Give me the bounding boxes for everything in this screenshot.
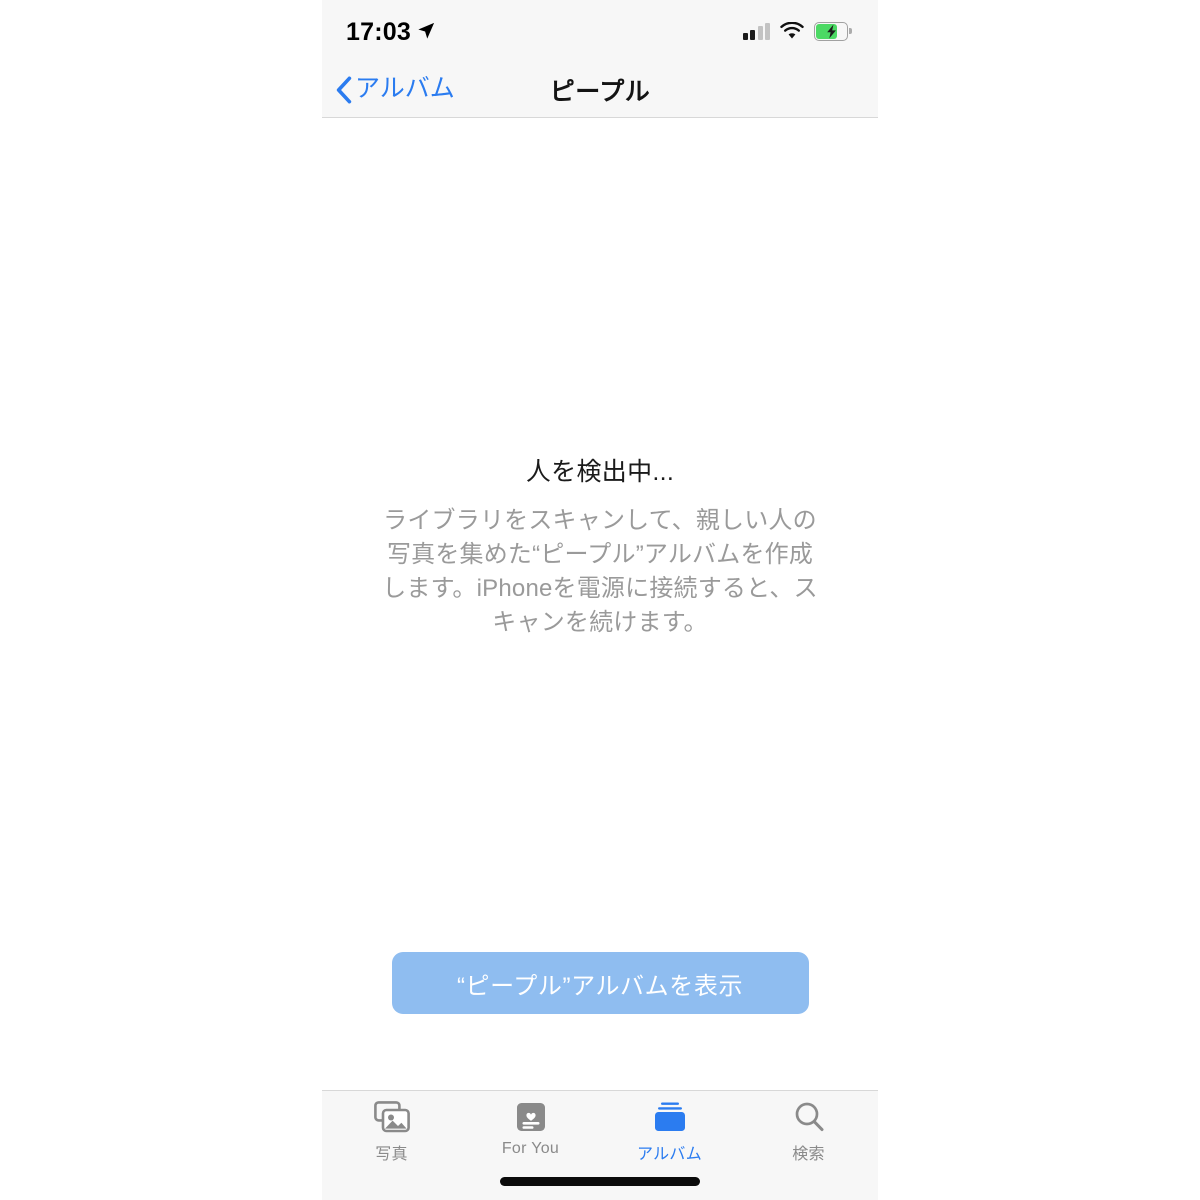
iphone-screen: 17:03 アルバム ピープル 人を検出中... ライブラリをスキャンして、親し… xyxy=(322,0,878,1200)
navigation-bar: アルバム ピープル xyxy=(322,62,878,118)
empty-state-title: 人を検出中... xyxy=(525,458,675,486)
status-bar-left: 17:03 xyxy=(346,18,435,45)
tab-list: 写真 For You アルバム 検索 xyxy=(322,1091,878,1165)
tab-photos[interactable]: 写真 xyxy=(322,1098,461,1165)
content-area: 人を検出中... ライブラリをスキャンして、親しい人の写真を集めた“ピープル”ア… xyxy=(322,119,878,1090)
tab-albums[interactable]: アルバム xyxy=(600,1098,739,1165)
back-button-label: アルバム xyxy=(355,74,455,102)
cta-container: “ピープル”アルバムを表示 xyxy=(322,952,878,1014)
tab-albums-label: アルバム xyxy=(636,1146,703,1163)
tab-search[interactable]: 検索 xyxy=(739,1098,878,1165)
photos-icon xyxy=(373,1098,410,1136)
battery-charging-icon xyxy=(814,21,852,41)
home-indicator-bar[interactable] xyxy=(500,1177,700,1186)
tab-photos-label: 写真 xyxy=(375,1146,408,1163)
albums-icon xyxy=(653,1098,687,1136)
tab-search-label: 検索 xyxy=(792,1146,825,1163)
wifi-icon xyxy=(780,22,804,40)
back-button[interactable]: アルバム xyxy=(336,76,455,103)
tab-for-you-label: For You xyxy=(501,1140,560,1157)
tab-bar: 写真 For You アルバム 検索 xyxy=(322,1090,878,1200)
empty-state-description: ライブラリをスキャンして、親しい人の写真を集めた“ピープル”アルバムを作成します… xyxy=(382,507,818,637)
status-bar-right xyxy=(742,21,852,41)
status-bar: 17:03 xyxy=(322,0,878,62)
show-people-album-button[interactable]: “ピープル”アルバムを表示 xyxy=(391,952,809,1014)
tab-for-you[interactable]: For You xyxy=(461,1098,600,1165)
empty-state: 人を検出中... ライブラリをスキャンして、親しい人の写真を集めた“ピープル”ア… xyxy=(322,457,878,641)
foryou-heart-card-icon xyxy=(515,1098,547,1136)
location-arrow-icon xyxy=(417,22,435,40)
cellular-signal-icon xyxy=(742,22,770,40)
chevron-left-icon xyxy=(336,76,352,103)
status-bar-time: 17:03 xyxy=(346,17,411,46)
search-magnifier-icon xyxy=(793,1098,825,1136)
